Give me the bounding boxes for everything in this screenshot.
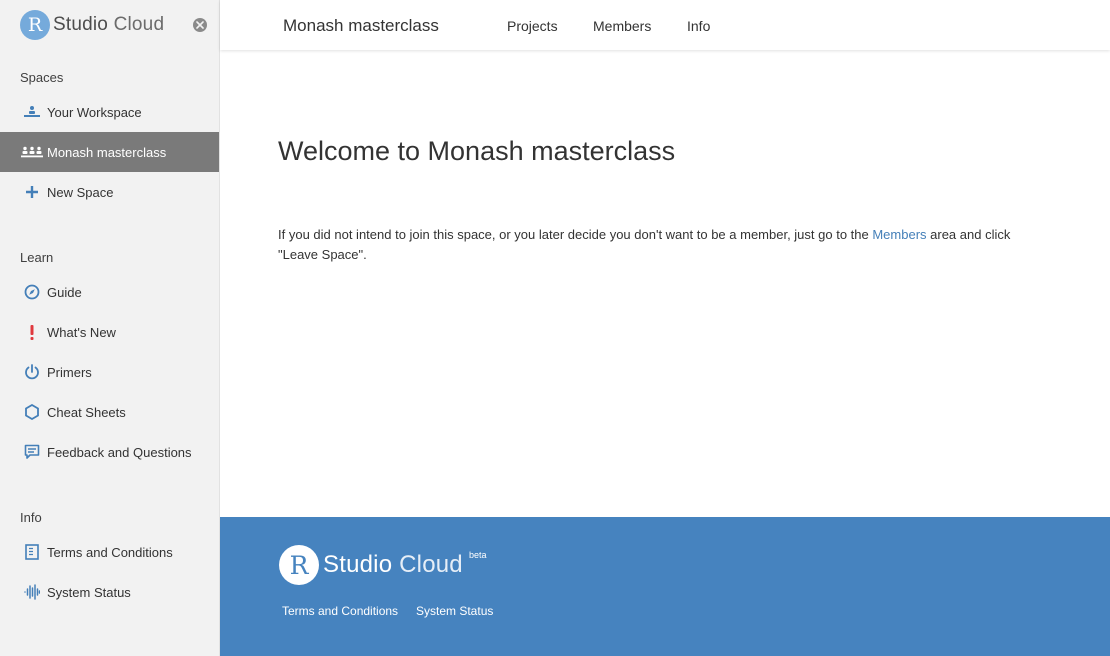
r-logo-badge: R <box>20 10 50 40</box>
logo-word-studio: Studio <box>53 14 109 35</box>
people-icon <box>20 144 44 160</box>
sidebar-item-guide[interactable]: Guide <box>0 272 219 312</box>
footer-logo-word-cloud: Cloud <box>399 551 463 578</box>
sidebar-item-system-status[interactable]: System Status <box>0 572 219 612</box>
footer: R Studio Cloud beta Terms and Conditions… <box>220 517 1110 656</box>
sidebar-item-your-workspace[interactable]: Your Workspace <box>0 92 219 132</box>
sidebar-item-label: Your Workspace <box>47 104 142 120</box>
sidebar-item-label: New Space <box>47 184 114 200</box>
footer-link-terms[interactable]: Terms and Conditions <box>282 604 398 618</box>
sidebar-item-label: Primers <box>47 364 92 380</box>
document-icon <box>20 544 44 560</box>
chat-icon <box>20 444 44 460</box>
sidebar-item-new-space[interactable]: New Space <box>0 172 219 212</box>
top-header: Monash masterclass Projects Members Info <box>220 0 1110 50</box>
info-heading: Info <box>20 510 42 525</box>
compass-icon <box>20 284 44 300</box>
app-root: R Studio Cloud Spaces Your Workspace Mon… <box>0 0 1110 656</box>
pulse-icon <box>20 584 44 600</box>
sidebar-item-terms[interactable]: Terms and Conditions <box>0 532 219 572</box>
beta-badge: beta <box>469 550 487 560</box>
sidebar-item-primers[interactable]: Primers <box>0 352 219 392</box>
footer-logo-text: Studio Cloud <box>323 551 463 579</box>
sidebar-item-monash-masterclass[interactable]: Monash masterclass <box>0 132 219 172</box>
members-link[interactable]: Members <box>872 227 926 242</box>
footer-logo-word-studio: Studio <box>323 551 393 578</box>
close-sidebar-icon[interactable] <box>193 18 207 32</box>
hexagon-icon <box>20 404 44 420</box>
footer-link-system-status[interactable]: System Status <box>416 604 493 618</box>
learn-heading: Learn <box>20 250 54 265</box>
spaces-heading: Spaces <box>20 70 64 85</box>
tab-members[interactable]: Members <box>593 18 651 34</box>
tab-info[interactable]: Info <box>687 18 710 34</box>
logo-text: Studio Cloud <box>53 14 164 36</box>
logo-word-cloud: Cloud <box>113 14 165 35</box>
rstudio-cloud-logo[interactable]: R Studio Cloud <box>20 10 164 40</box>
sidebar-item-label: What's New <box>47 324 116 340</box>
sidebar-item-label: Terms and Conditions <box>47 544 173 560</box>
sidebar-item-label: Monash masterclass <box>47 144 167 160</box>
welcome-message: If you did not intend to join this space… <box>278 225 1048 265</box>
plus-icon <box>20 184 44 200</box>
page-title: Welcome to Monash masterclass <box>278 136 676 166</box>
sidebar-item-whats-new[interactable]: What's New <box>0 312 219 352</box>
sidebar-item-cheat-sheets[interactable]: Cheat Sheets <box>0 392 219 432</box>
sidebar-item-label: System Status <box>47 584 131 600</box>
tab-projects[interactable]: Projects <box>507 18 558 34</box>
footer-logo[interactable]: R Studio Cloud <box>279 545 463 585</box>
sidebar: R Studio Cloud Spaces Your Workspace Mon… <box>0 0 220 656</box>
sidebar-item-label: Guide <box>47 284 82 300</box>
power-icon <box>20 364 44 380</box>
sidebar-item-feedback[interactable]: Feedback and Questions <box>0 432 219 472</box>
sidebar-item-label: Cheat Sheets <box>47 404 126 420</box>
workspace-icon <box>20 104 44 120</box>
exclamation-icon <box>20 324 44 340</box>
sidebar-item-label: Feedback and Questions <box>47 444 192 460</box>
space-title: Monash masterclass <box>283 16 439 35</box>
footer-r-logo-badge: R <box>279 545 319 585</box>
message-text-start: If you did not intend to join this space… <box>278 227 873 242</box>
